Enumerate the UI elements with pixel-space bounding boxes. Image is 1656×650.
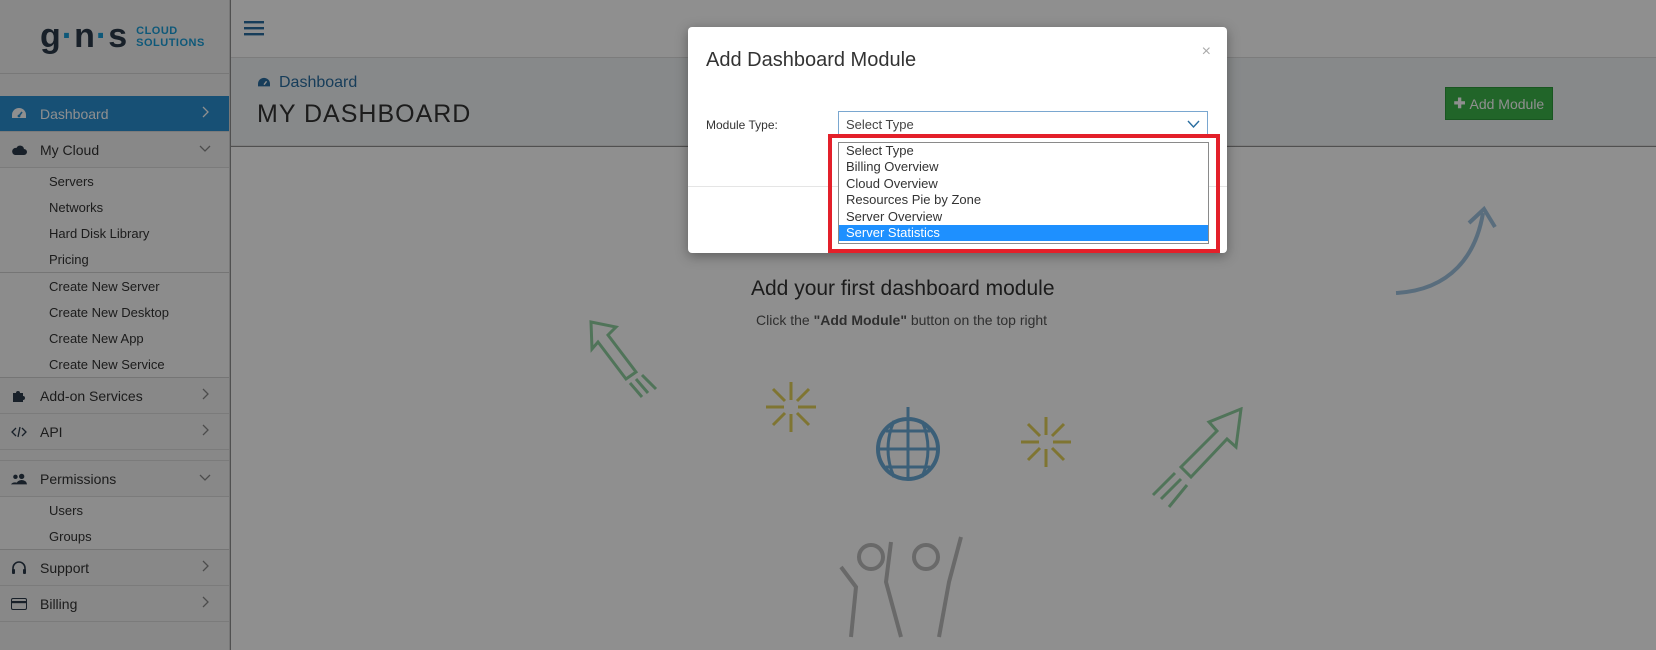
select-value: Select Type	[846, 117, 914, 132]
highlight-box	[828, 134, 1220, 253]
chevron-down-icon	[1187, 120, 1200, 129]
close-icon[interactable]: ×	[1202, 43, 1211, 61]
dialog-title: Add Dashboard Module	[706, 49, 917, 71]
module-type-label: Module Type:	[706, 118, 778, 132]
